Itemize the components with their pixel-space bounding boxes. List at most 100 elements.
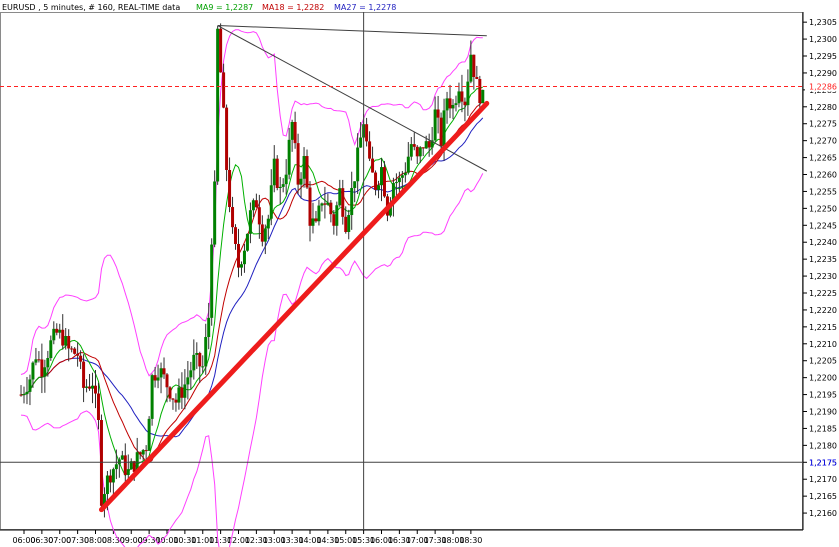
price-tick-label: 1,2245 xyxy=(809,221,837,230)
candle-body-down xyxy=(108,475,112,483)
candle-body-up xyxy=(31,362,35,380)
candle-body-down xyxy=(368,141,372,159)
candle-body-down xyxy=(478,78,482,104)
candle-body-down xyxy=(219,28,223,73)
candle-body-up xyxy=(466,81,470,106)
candle-body-up xyxy=(111,469,115,483)
candle-body-up xyxy=(353,181,357,188)
price-tick-label: 1,2275 xyxy=(809,120,837,129)
candle-body-up xyxy=(150,375,154,419)
candle-body-down xyxy=(323,203,327,205)
candle-body-down xyxy=(61,329,65,346)
candle-body-up xyxy=(406,156,410,173)
crosshair-price-label: 1,2175 xyxy=(809,458,837,467)
candle-body-down xyxy=(153,375,157,381)
price-tick-label: 1,2290 xyxy=(809,69,837,78)
candle-body-up xyxy=(248,210,252,234)
candle-body-down xyxy=(329,202,333,215)
candle-body-up xyxy=(326,202,330,205)
candle-body-up xyxy=(186,377,190,385)
price-tick-label: 1,2305 xyxy=(809,18,837,27)
candle-body-up xyxy=(91,385,95,389)
time-tick-label: 18:30 xyxy=(459,536,482,545)
candle-body-down xyxy=(472,54,476,77)
candle-body-up xyxy=(409,144,413,157)
candle-body-up xyxy=(400,175,404,178)
candle-body-down xyxy=(237,243,240,268)
candle-body-up xyxy=(320,203,324,206)
candle-body-up xyxy=(350,187,354,216)
candle-body-down xyxy=(55,328,59,333)
price-tick-label: 1,2280 xyxy=(809,103,837,112)
candle-body-up xyxy=(147,418,151,451)
candle-body-down xyxy=(234,227,238,244)
price-tick-label: 1,2240 xyxy=(809,238,837,247)
price-chart: EURUSD , 5 minutes, # 160, REAL-TIME dat… xyxy=(0,0,839,547)
candle-body-up xyxy=(28,379,32,392)
candle-body-down xyxy=(275,158,279,188)
candle-body-down xyxy=(305,156,309,188)
candle-body-up xyxy=(156,377,160,381)
price-tick-label: 1,2180 xyxy=(809,441,837,450)
candle-body-down xyxy=(132,461,136,472)
price-tick-label: 1,2215 xyxy=(809,323,837,332)
candle-body-down xyxy=(88,386,92,389)
candle-body-up xyxy=(302,156,306,179)
candle-body-up xyxy=(356,147,360,182)
candle-body-up xyxy=(397,177,401,183)
candle-body-down xyxy=(448,98,452,109)
chart-header: EURUSD , 5 minutes, # 160, REAL-TIME dat… xyxy=(2,3,396,12)
candle-body-up xyxy=(245,233,249,251)
candle-body-down xyxy=(412,144,416,147)
candle-body-up xyxy=(424,141,428,149)
candle-body-down xyxy=(19,394,23,396)
candle-body-up xyxy=(394,182,398,184)
candle-body-up xyxy=(52,328,56,341)
price-tick-label: 1,2220 xyxy=(809,306,837,315)
candle-body-down xyxy=(436,109,440,118)
candle-body-up xyxy=(189,370,193,378)
candle-body-up xyxy=(284,174,288,185)
ma9-label: MA9 = 1,2287 xyxy=(196,3,253,12)
candle-body-up xyxy=(207,317,211,338)
candle-body-down xyxy=(79,355,83,362)
candle-body-up xyxy=(251,200,255,211)
candle-body-up xyxy=(25,391,29,395)
candle-body-down xyxy=(94,385,97,394)
candle-body-up xyxy=(278,186,282,188)
candle-body-down xyxy=(460,91,464,102)
price-tick-label: 1,2210 xyxy=(809,340,837,349)
price-tick-label: 1,2205 xyxy=(809,357,837,366)
candle-body-up xyxy=(281,184,285,187)
price-tick-label: 1,2270 xyxy=(809,137,837,146)
candle-body-up xyxy=(469,54,473,82)
candle-body-down xyxy=(344,216,348,232)
candle-body-down xyxy=(168,387,172,399)
candle-body-down xyxy=(314,218,318,222)
candle-body-up xyxy=(347,215,351,232)
candle-body-up xyxy=(299,178,303,185)
candle-body-down xyxy=(463,101,467,106)
candle-body-up xyxy=(335,205,339,226)
candle-body-down xyxy=(138,452,142,455)
candle-body-down xyxy=(99,420,103,506)
candle-body-down xyxy=(231,207,235,228)
candle-body-down xyxy=(365,124,369,142)
candle-body-up xyxy=(192,354,196,371)
candle-body-up xyxy=(105,475,109,495)
candle-body-up xyxy=(141,450,145,455)
candle-body-up xyxy=(85,386,89,388)
candle-body-down xyxy=(341,188,345,217)
candle-body-down xyxy=(371,158,375,173)
candle-body-up xyxy=(126,469,130,475)
candle-body-down xyxy=(257,207,261,225)
current-price-label: 1,2286 xyxy=(809,82,837,91)
candle-body-down xyxy=(37,359,41,361)
candle-body-down xyxy=(144,450,148,452)
candle-body-up xyxy=(120,455,124,460)
candle-body-up xyxy=(481,89,485,104)
candle-body-up xyxy=(359,137,363,148)
chart-title: EURUSD , 5 minutes, # 160, REAL-TIME dat… xyxy=(2,3,180,12)
candle-body-up xyxy=(418,147,422,157)
candle-body-down xyxy=(374,172,378,190)
